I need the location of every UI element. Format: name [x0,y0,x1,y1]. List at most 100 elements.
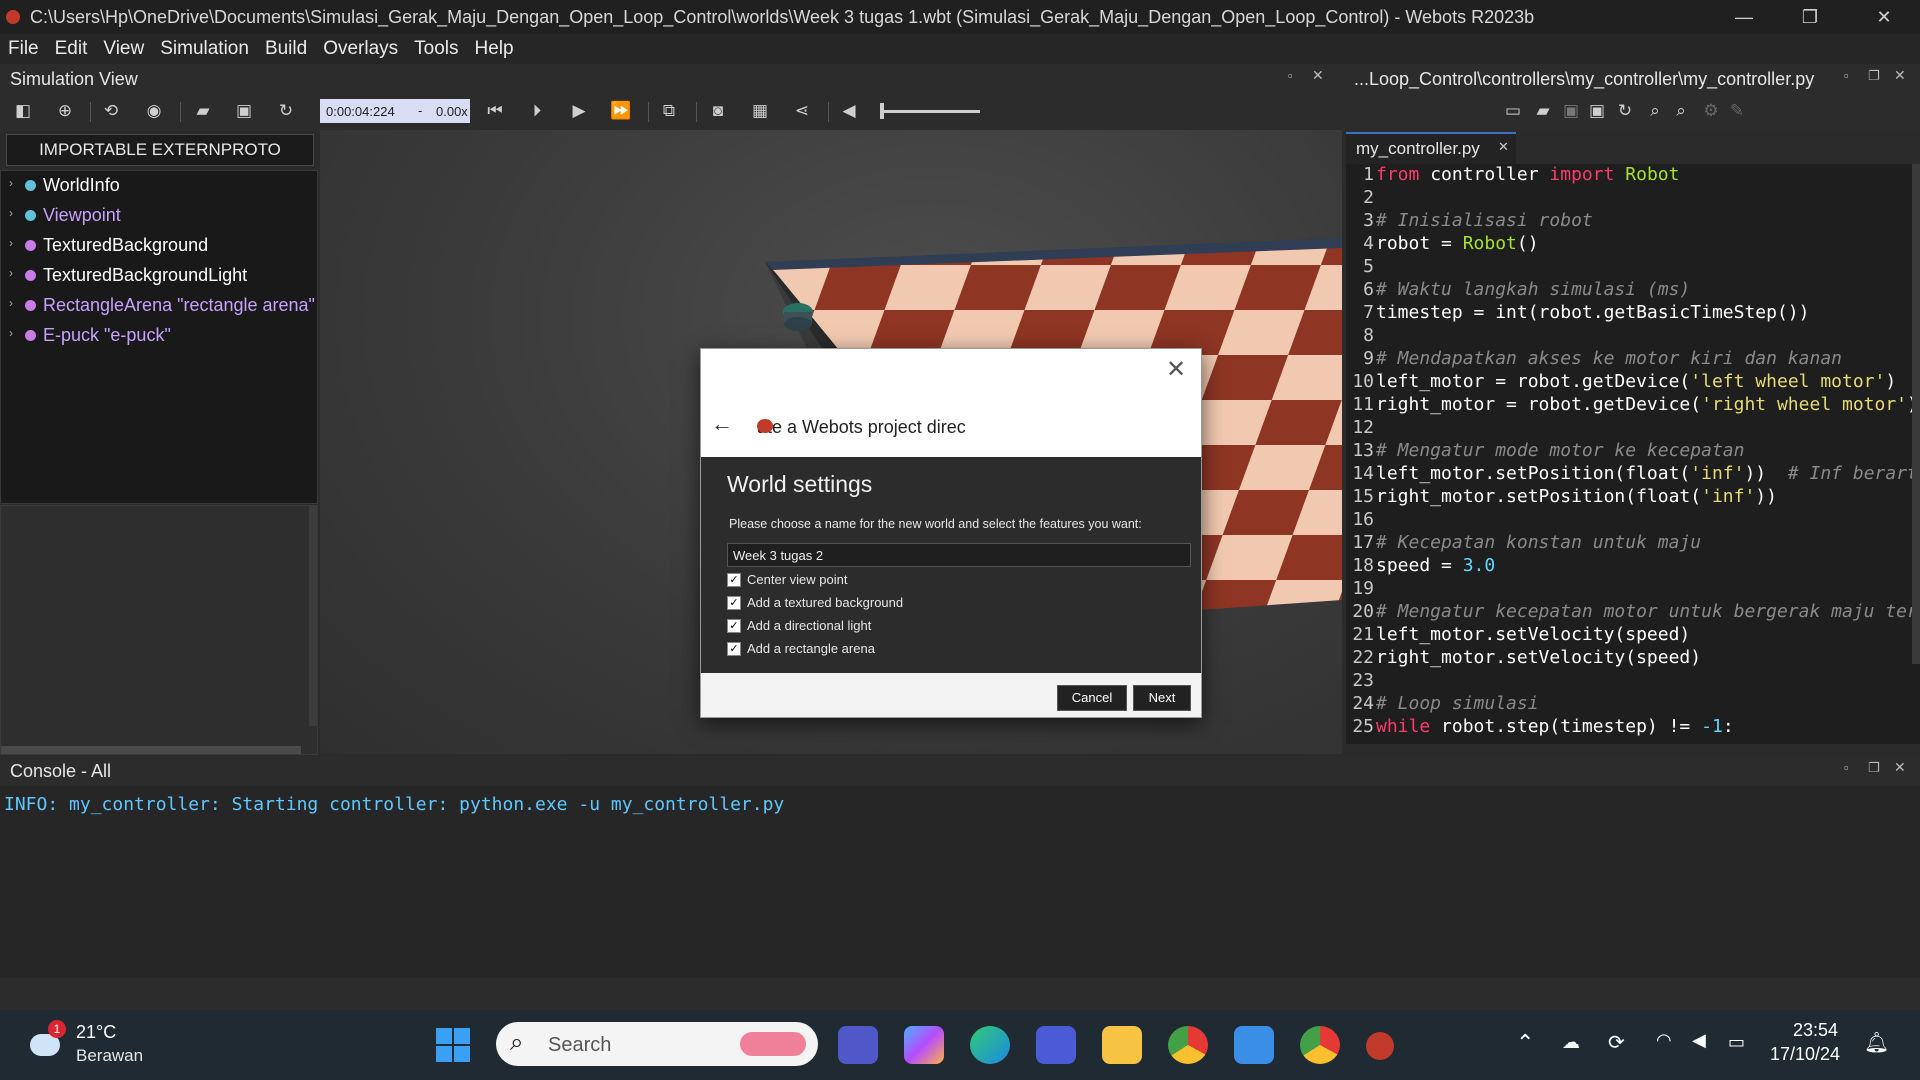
volume-slider-handle[interactable] [880,103,884,119]
tree-node-viewpoint[interactable]: › Viewpoint [1,201,317,231]
screenshot-icon[interactable]: ◙ [707,100,729,122]
tree-node-rectangle-arena[interactable]: › RectangleArena "rectangle arena" [1,291,317,321]
float-panel-icon[interactable]: ▫ [1288,68,1293,83]
back-arrow-icon[interactable]: ← [711,411,737,437]
expand-arrow-icon[interactable]: › [9,266,13,280]
tab-my-controller[interactable]: my_controller.py ✕ [1346,132,1516,164]
menu-file[interactable]: File [0,34,47,60]
float-panel-icon[interactable]: ▫ [1844,68,1849,83]
next-button[interactable]: Next [1133,685,1191,711]
start-windows-icon[interactable] [436,1028,470,1062]
horizontal-scrollbar[interactable] [1,746,301,754]
file-explorer-icon[interactable] [1102,1026,1142,1064]
sync-icon[interactable]: ⟳ [1608,1030,1625,1055]
open-file-icon[interactable]: ▰ [1532,100,1554,122]
menu-help[interactable]: Help [467,34,522,60]
add-node-icon[interactable]: ⊕ [54,100,76,122]
restore-button[interactable]: ❐ [1782,0,1838,34]
rectangle-arena-checkbox[interactable]: ✓ [727,642,741,656]
record-movie-icon[interactable]: ▦ [749,100,771,122]
render-mode-icon[interactable]: ⧉ [658,100,680,122]
copilot-app-icon[interactable] [1036,1026,1076,1064]
volume-icon[interactable]: ◀ [1692,1030,1706,1051]
notepad-icon[interactable] [1234,1026,1274,1064]
world-name-value: Week 3 tugas 2 [733,548,824,563]
onedrive-cloud-icon[interactable]: ☁ [1562,1032,1580,1053]
menu-build[interactable]: Build [257,34,315,60]
share-icon[interactable]: ⋖ [791,100,813,122]
open-world-icon[interactable]: ▰ [192,100,214,122]
close-panel-icon[interactable]: ✕ [1894,67,1906,84]
save-as-icon[interactable]: ▣ [1586,100,1608,122]
close-panel-icon[interactable]: ✕ [1312,67,1324,84]
build-gear-icon[interactable]: ⚙ [1700,100,1722,122]
expand-arrow-icon[interactable]: › [9,176,13,190]
chrome-profile-icon[interactable] [1300,1026,1340,1064]
copilot-icon[interactable] [904,1026,944,1064]
menu-overlays[interactable]: Overlays [315,34,406,60]
minimize-button[interactable]: — [1716,0,1772,34]
reset-node-icon[interactable]: ⟲ [100,100,122,122]
tree-node-epuck[interactable]: › E-puck "e-puck" [1,321,317,351]
close-panel-icon[interactable]: ✕ [1894,759,1906,776]
expand-arrow-icon[interactable]: › [9,206,13,220]
menu-view[interactable]: View [95,34,152,60]
cancel-button[interactable]: Cancel [1057,685,1127,711]
expand-arrow-icon[interactable]: › [9,236,13,250]
save-file-icon[interactable]: ▣ [1560,100,1582,122]
clock-time[interactable]: 23:54 [1776,1020,1838,1041]
fast-forward-icon[interactable]: ⏩ [610,100,632,122]
editor-vertical-scrollbar[interactable] [1912,164,1920,664]
clean-icon[interactable]: ✎ [1726,100,1748,122]
toggle-scene-tree-icon[interactable]: ◧ [12,100,34,122]
reset-simulation-icon[interactable]: ⏮ [484,100,506,122]
expand-arrow-icon[interactable]: › [9,326,13,340]
close-tab-icon[interactable]: ✕ [1498,139,1509,155]
world-name-input[interactable]: Week 3 tugas 2 [727,543,1191,567]
new-file-icon[interactable]: ▭ [1502,100,1524,122]
maximize-panel-icon[interactable]: ❐ [1868,760,1880,776]
tree-node-worldinfo[interactable]: › WorldInfo [1,171,317,201]
edge-icon[interactable] [970,1026,1010,1064]
clock-date[interactable]: 17/10/24 [1770,1044,1840,1065]
notification-bell-icon[interactable]: 🔔︎ [1864,1030,1889,1055]
step-icon[interactable]: ⏵ [526,100,548,122]
weather-widget[interactable]: 1 [28,1020,68,1062]
menu-simulation[interactable]: Simulation [152,34,257,60]
battery-icon[interactable]: ▭ [1728,1032,1745,1053]
mute-icon[interactable]: ◀ [838,100,860,122]
epuck-robot[interactable] [783,303,813,331]
tree-node-textured-background-light[interactable]: › TexturedBackgroundLight [1,261,317,291]
wifi-icon[interactable]: ◠ [1656,1030,1672,1051]
tree-node-textured-background[interactable]: › TexturedBackground [1,231,317,261]
webots-taskbar-icon[interactable] [1366,1032,1394,1060]
textured-background-checkbox[interactable]: ✓ [727,596,741,610]
taskbar-search-box[interactable]: ⌕ Search [496,1022,818,1066]
importable-externproto-button[interactable]: IMPORTABLE EXTERNPROTO [6,134,314,166]
chrome-icon[interactable] [1168,1026,1208,1064]
float-panel-icon[interactable]: ▫ [1844,760,1849,775]
center-view-point-checkbox[interactable]: ✓ [727,573,741,587]
revert-icon[interactable]: ↻ [1614,100,1636,122]
chevron-up-icon[interactable]: ⌃ [1516,1030,1534,1056]
menu-edit[interactable]: Edit [47,34,96,60]
console-output[interactable]: INFO: my_controller: Starting controller… [0,786,1920,978]
reload-world-icon[interactable]: ↻ [275,100,297,122]
show-eye-icon[interactable]: ◉ [143,100,165,122]
line-number: 12 [1352,417,1374,438]
find-icon[interactable]: ⌕ [1644,100,1666,122]
save-world-icon[interactable]: ▣ [233,100,255,122]
volume-slider[interactable] [880,110,980,113]
menu-tools[interactable]: Tools [406,34,466,60]
maximize-panel-icon[interactable]: ❐ [1868,68,1880,84]
close-icon[interactable]: ✕ [1161,355,1191,385]
vertical-scrollbar[interactable] [309,506,317,726]
menu-bar: File Edit View Simulation Build Overlays Tools… [0,34,1920,64]
teams-icon[interactable] [838,1026,878,1064]
expand-arrow-icon[interactable]: › [9,296,13,310]
close-window-button[interactable]: ✕ [1856,0,1912,34]
play-icon[interactable]: ▶ [568,100,590,122]
code-editor[interactable]: 1 from controller import Robot 2 3 # Inisial… [1346,164,1920,744]
directional-light-checkbox[interactable]: ✓ [727,619,741,633]
replace-icon[interactable]: ⌕ [1670,100,1692,122]
